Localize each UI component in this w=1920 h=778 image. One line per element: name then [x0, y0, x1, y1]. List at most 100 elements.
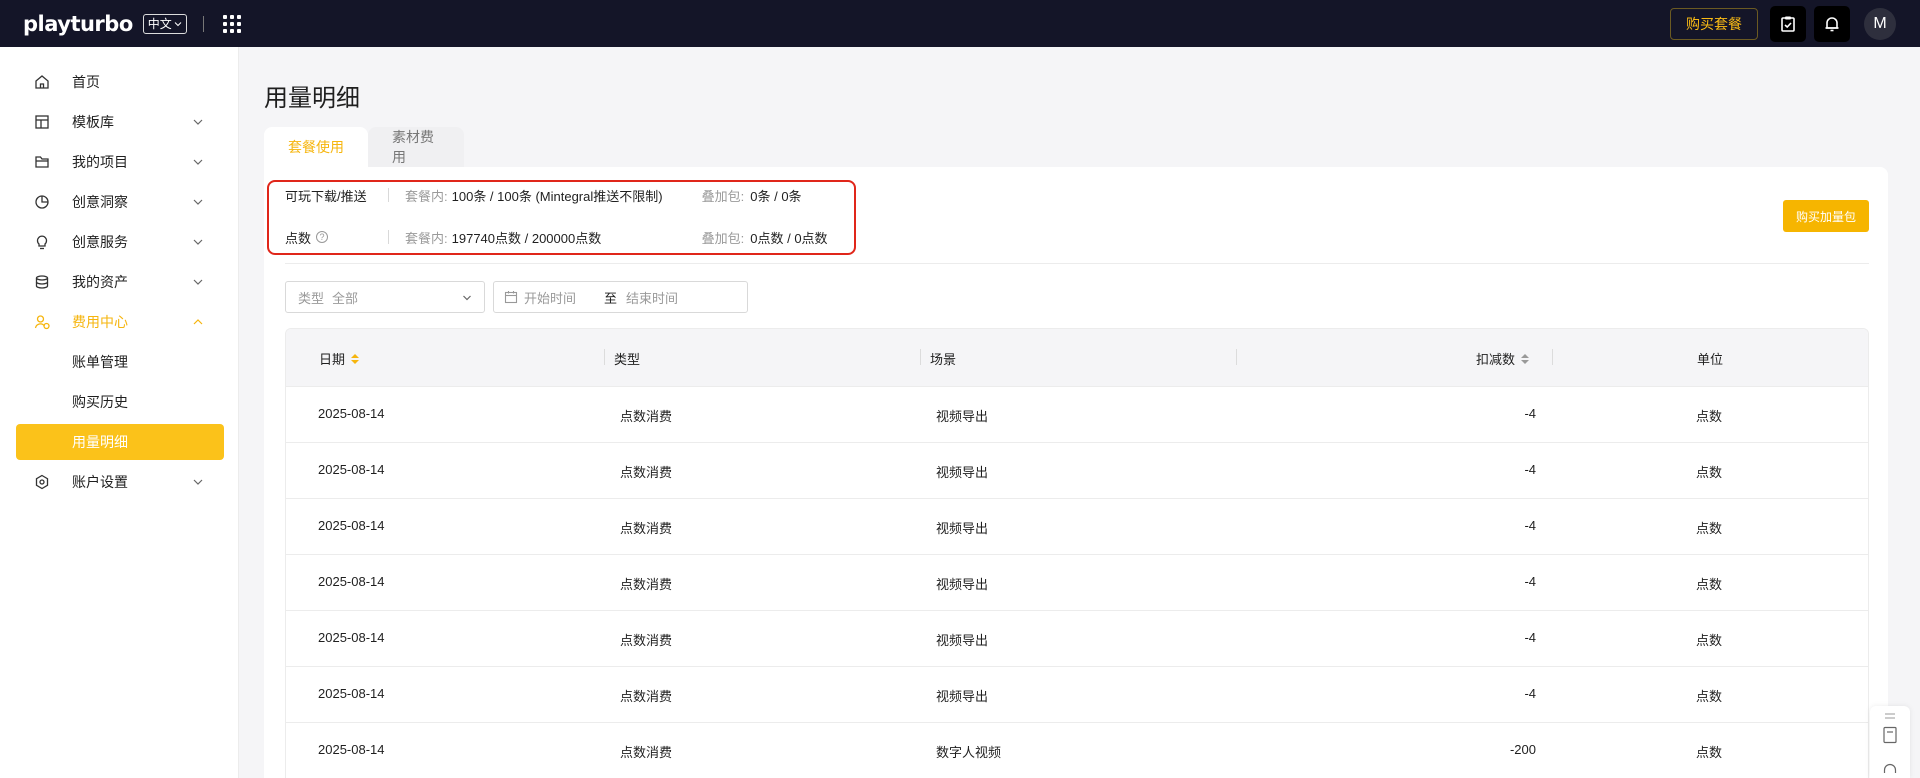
cell-type: 点数消费: [620, 745, 673, 760]
chevron-down-icon: [193, 279, 203, 285]
cell-scene: 视频导出: [936, 633, 989, 648]
summary-row-downloads: 可玩下载/推送 套餐内: 100条 / 100条 (Mintegral推送不限制…: [285, 185, 802, 205]
sidebar-item-insights[interactable]: 创意洞察: [16, 184, 224, 220]
cell-type: 点数消费: [620, 577, 673, 592]
sidebar-item-label: 创意服务: [72, 234, 128, 250]
cell-date: 2025-08-14: [318, 518, 385, 533]
cell-date: 2025-08-14: [318, 462, 385, 477]
cell-type: 点数消费: [620, 689, 673, 704]
menu-lines-icon[interactable]: [1884, 712, 1896, 720]
end-date-input[interactable]: 结束时间: [626, 288, 678, 307]
addon-value: 0条 / 0条: [750, 188, 802, 204]
cell-type: 点数消费: [620, 633, 673, 648]
addon-value: 0点数 / 0点数: [750, 230, 828, 246]
sort-icon[interactable]: [351, 353, 360, 364]
usage-table: 日期 类型 场景 扣减数 单位 2025-08-14 点数消费 视频导出 -4 …: [285, 328, 1869, 778]
calendar-icon: [504, 291, 518, 304]
cell-date: 2025-08-14: [318, 686, 385, 701]
column-header-unit: 单位: [1697, 352, 1724, 367]
page-title: 用量明细: [264, 85, 360, 112]
pie-chart-icon: [35, 195, 49, 209]
sidebar-item-label: 模板库: [72, 114, 114, 130]
cell-type: 点数消费: [620, 409, 673, 424]
clipboard-check-icon: [1781, 16, 1795, 32]
date-range-picker[interactable]: 开始时间 至 结束时间: [493, 281, 748, 313]
sidebar-item-services[interactable]: 创意服务: [16, 224, 224, 260]
cell-unit: 点数: [1696, 689, 1723, 704]
sidebar-item-label: 用量明细: [72, 434, 128, 450]
sidebar-item-projects[interactable]: 我的项目: [16, 144, 224, 180]
bell-icon: [1825, 16, 1839, 31]
table-row: 2025-08-14 点数消费 视频导出 -4 点数: [286, 666, 1868, 722]
cell-scene: 视频导出: [936, 689, 989, 704]
sidebar-item-home[interactable]: 首页: [16, 64, 224, 100]
sidebar-item-label: 首页: [72, 74, 100, 90]
chevron-down-icon: [193, 119, 203, 125]
type-filter-label: 类型: [298, 290, 325, 306]
divider: [920, 349, 921, 365]
chevron-down-icon: [193, 159, 203, 165]
cell-scene: 视频导出: [936, 409, 989, 424]
apps-grid-icon[interactable]: [222, 14, 243, 34]
cell-deduction: -4: [1524, 574, 1536, 589]
column-header-date[interactable]: 日期: [319, 349, 360, 368]
cell-type: 点数消费: [620, 465, 673, 480]
addon-label: 叠加包:: [701, 188, 745, 204]
cell-date: 2025-08-14: [318, 742, 385, 757]
notification-button[interactable]: [1814, 5, 1850, 42]
buy-plan-button[interactable]: 购买套餐: [1670, 7, 1758, 40]
help-icon[interactable]: ?: [316, 231, 329, 243]
column-header-deduction[interactable]: 扣减数: [1476, 349, 1530, 368]
notebook-icon[interactable]: [1882, 726, 1898, 744]
cell-unit: 点数: [1696, 465, 1723, 480]
user-money-icon: [34, 315, 50, 330]
chevron-down-icon: [193, 199, 203, 205]
cell-deduction: -4: [1524, 630, 1536, 645]
in-plan-value: 197740点数 / 200000点数: [451, 230, 602, 246]
divider: [388, 188, 389, 202]
sidebar-item-usage-details[interactable]: 用量明细: [16, 424, 224, 460]
floating-toolbar: [1870, 706, 1910, 778]
cell-date: 2025-08-14: [318, 630, 385, 645]
sidebar-item-label: 账单管理: [72, 354, 128, 370]
sidebar-item-bill-management[interactable]: 账单管理: [16, 344, 224, 380]
language-selector[interactable]: 中文: [142, 13, 187, 34]
chevron-down-icon: [193, 239, 203, 245]
summary-row-name: 点数: [285, 230, 312, 246]
logo[interactable]: playturbo: [23, 12, 133, 36]
sidebar: 首页 模板库 我的项目 创意洞察 创意服务 我的资产 费用中心 账单管理 购买历…: [0, 47, 239, 778]
cell-unit: 点数: [1696, 633, 1723, 648]
column-header-scene: 场景: [930, 352, 957, 367]
sidebar-item-assets[interactable]: 我的资产: [16, 264, 224, 300]
cell-scene: 数字人视频: [936, 745, 1002, 760]
avatar[interactable]: M: [1864, 7, 1896, 40]
addon-label: 叠加包:: [701, 230, 745, 246]
sidebar-item-label: 我的项目: [72, 154, 128, 170]
table-row: 2025-08-14 点数消费 视频导出 -4 点数: [286, 554, 1868, 610]
cell-type: 点数消费: [620, 521, 673, 536]
in-plan-value: 100条 / 100条 (Mintegral推送不限制): [451, 188, 663, 204]
cell-unit: 点数: [1696, 409, 1723, 424]
cell-unit: 点数: [1696, 745, 1723, 760]
sidebar-item-purchase-history[interactable]: 购买历史: [16, 384, 224, 420]
buy-addon-button[interactable]: 购买加量包: [1783, 200, 1869, 232]
tab-material-fees[interactable]: 素材费用: [368, 127, 464, 167]
column-header-type: 类型: [614, 352, 641, 367]
chevron-up-icon: [193, 319, 203, 325]
folder-icon: [35, 156, 49, 168]
tab-plan-usage[interactable]: 套餐使用: [264, 127, 368, 167]
sidebar-item-templates[interactable]: 模板库: [16, 104, 224, 140]
sort-icon[interactable]: [1521, 353, 1530, 364]
cell-scene: 视频导出: [936, 465, 989, 480]
sidebar-item-account-settings[interactable]: 账户设置: [16, 464, 224, 500]
in-plan-label: 套餐内:: [405, 188, 448, 204]
type-filter-select[interactable]: 类型 全部: [285, 281, 485, 313]
table-header: 日期 类型 场景 扣减数 单位: [286, 329, 1868, 386]
sidebar-item-label: 费用中心: [72, 314, 128, 330]
start-date-input[interactable]: 开始时间: [524, 288, 604, 307]
cell-deduction: -4: [1524, 462, 1536, 477]
summary-row-points: 点数 ? 套餐内: 197740点数 / 200000点数 叠加包: 0点数 /…: [285, 227, 828, 247]
task-clipboard-button[interactable]: [1770, 5, 1806, 42]
sidebar-item-billing-center[interactable]: 费用中心: [16, 304, 224, 340]
headset-icon[interactable]: [1882, 762, 1898, 778]
